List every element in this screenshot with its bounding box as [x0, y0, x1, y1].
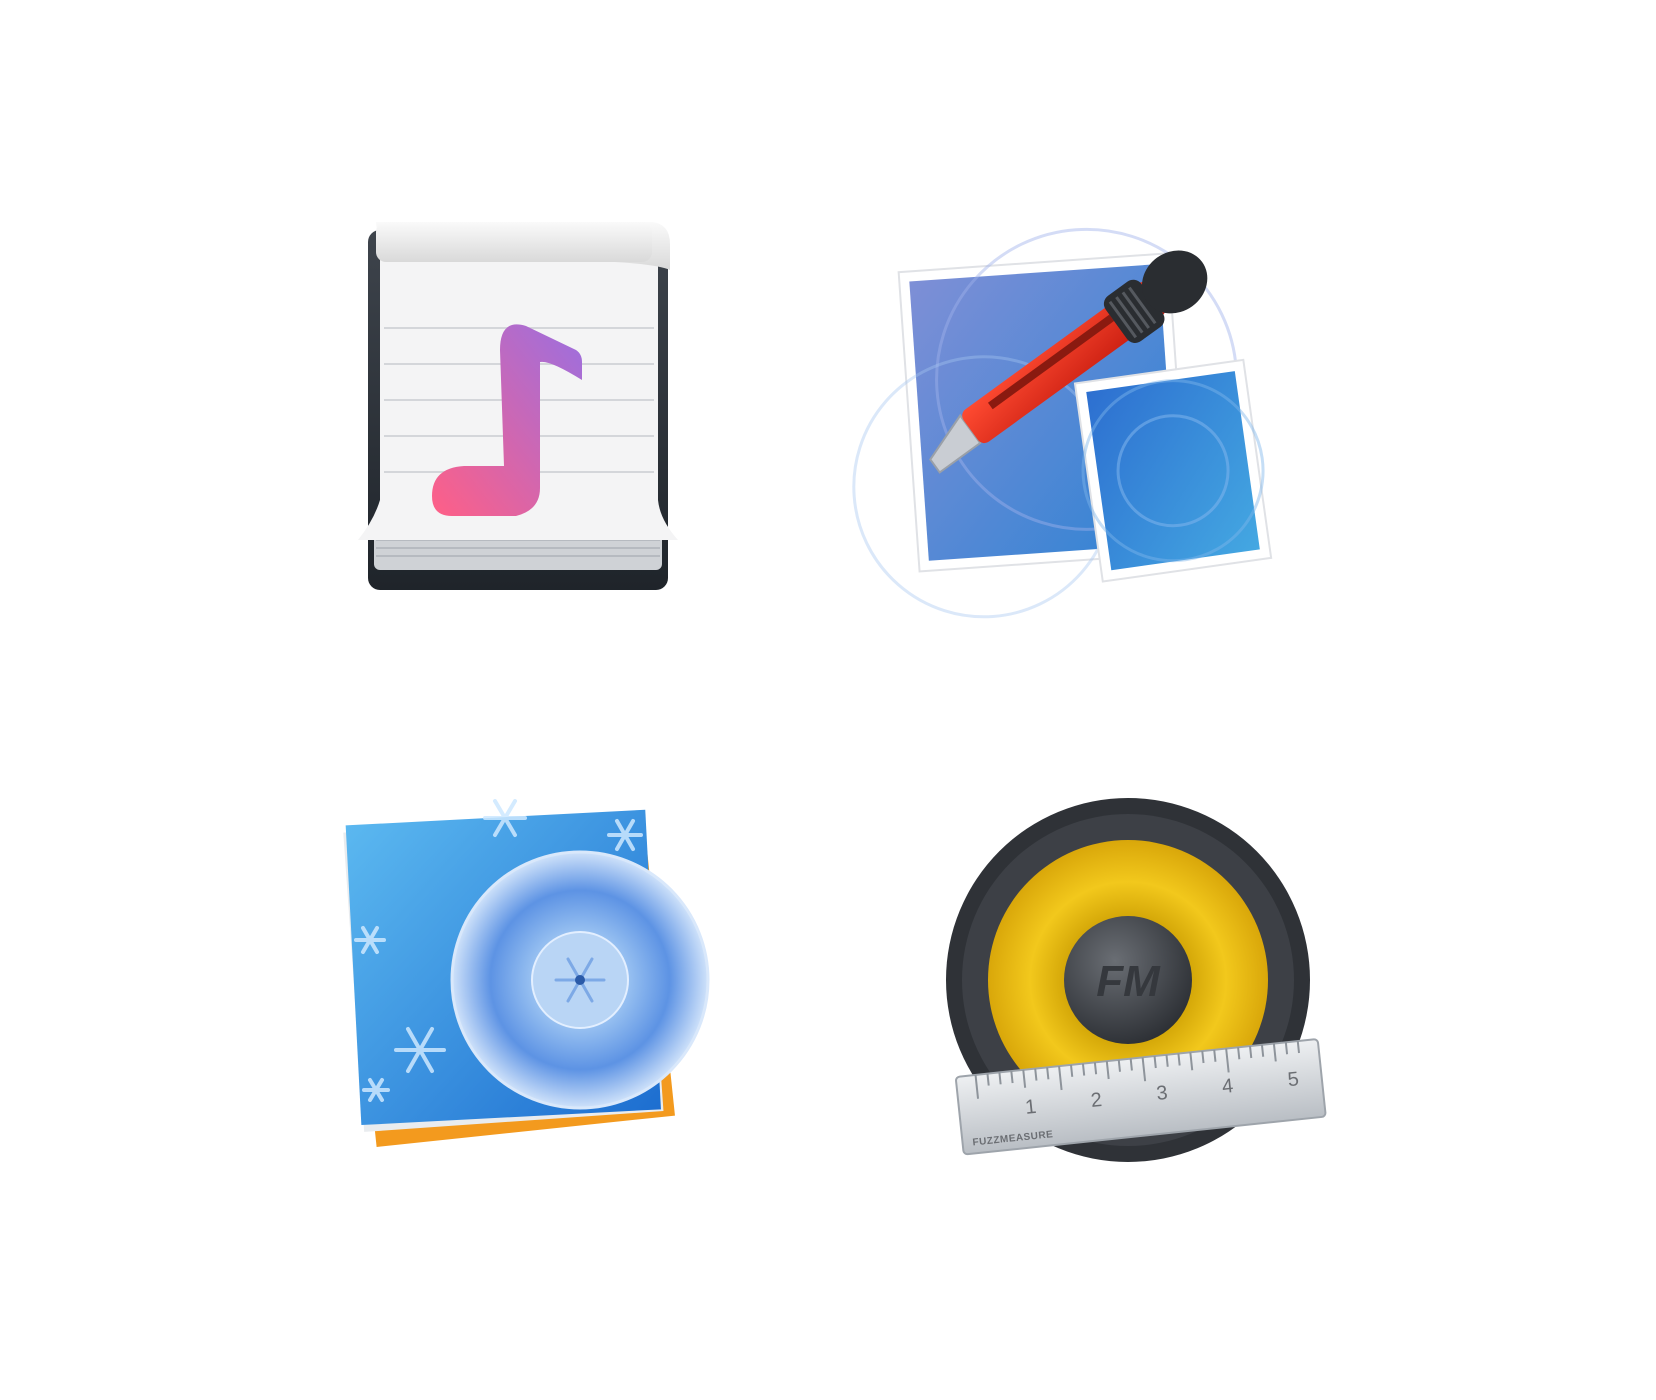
- ruler-number: 4: [1221, 1075, 1234, 1098]
- image-cutter-app-icon[interactable]: [852, 200, 1338, 619]
- fm-logo: FM: [1096, 957, 1161, 1006]
- disc-burner-app-icon[interactable]: [340, 790, 740, 1190]
- fuzzmeasure-app-icon[interactable]: FM 1 2 3 4 5 FUZZMEASURE: [938, 790, 1338, 1190]
- app-icon-grid: FM 1 2 3 4 5 FUZZMEASURE: [0, 0, 1656, 1400]
- speaker-ruler-icon: FM 1 2 3 4 5 FUZZMEASURE: [946, 798, 1327, 1162]
- music-note-notepad-icon: [358, 222, 678, 590]
- ruler-number: 3: [1155, 1082, 1168, 1105]
- snowflake-disc-case-icon: [343, 799, 710, 1147]
- ruler-number: 2: [1090, 1089, 1103, 1112]
- music-notepad-app-icon[interactable]: [340, 200, 740, 600]
- ruler-number: 1: [1024, 1096, 1037, 1119]
- ruler-number: 5: [1287, 1068, 1300, 1091]
- utility-knife-photos-icon: [852, 227, 1273, 619]
